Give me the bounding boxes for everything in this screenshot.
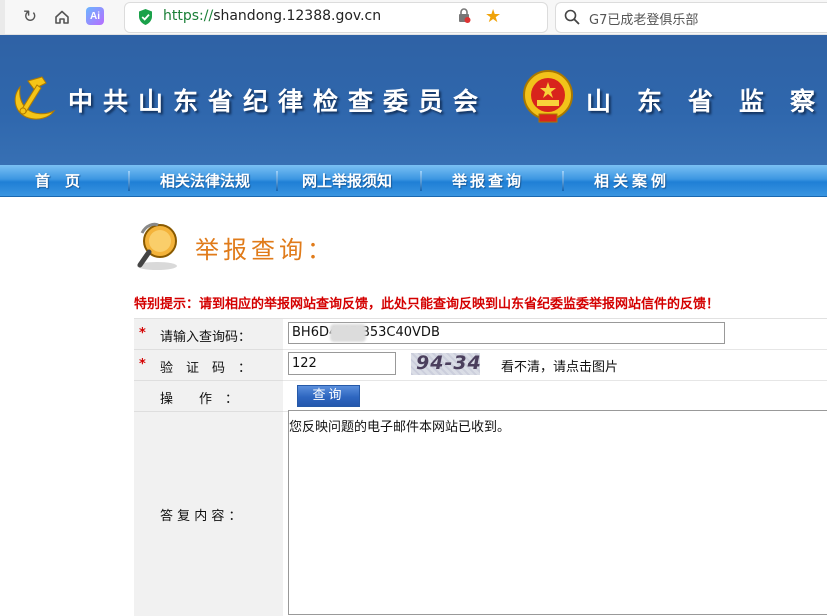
search-icon bbox=[564, 9, 580, 25]
captcha-label-cell: * 验 证 码 ： bbox=[134, 350, 283, 381]
ai-assistant-icon[interactable]: Ai bbox=[86, 7, 104, 25]
nav-divider bbox=[420, 171, 422, 191]
home-icon[interactable] bbox=[50, 5, 74, 29]
reload-icon[interactable]: ↻ bbox=[18, 5, 42, 29]
page-title: 举报查询： bbox=[195, 236, 335, 264]
captcha-image-text: 94-34 bbox=[416, 353, 480, 374]
url-scheme: https:// bbox=[163, 8, 214, 24]
code-label: 请输入查询码： bbox=[160, 330, 252, 345]
party-emblem-icon bbox=[14, 76, 56, 120]
browser-search-box[interactable]: G7已成老登俱乐部 bbox=[555, 2, 827, 33]
captcha-input[interactable]: 122 bbox=[288, 352, 396, 375]
address-bar[interactable]: https://shandong.12388.gov.cn ★ bbox=[124, 2, 548, 33]
captcha-refresh-hint: 看不清，请点击图片 bbox=[501, 360, 619, 375]
reply-content-textarea[interactable]: 您反映问题的电子邮件本网站已收到。 bbox=[288, 410, 827, 615]
action-label-cell: 操 作 ： bbox=[134, 381, 283, 412]
code-label-cell: * 请输入查询码： bbox=[134, 319, 283, 350]
required-mark: * bbox=[139, 326, 146, 341]
page-edge bbox=[0, 0, 5, 34]
required-mark: * bbox=[139, 357, 146, 372]
nav-item-laws[interactable]: 相关法律法规 bbox=[160, 170, 250, 191]
secure-shield-icon bbox=[139, 9, 152, 25]
banner-title-2: 山东省监察 bbox=[586, 87, 827, 116]
captcha-image[interactable]: 94-34 bbox=[411, 353, 480, 375]
url-host: shandong.12388.gov.cn bbox=[213, 8, 382, 24]
national-emblem-icon bbox=[523, 70, 573, 123]
notice-text: 特别提示：请到相应的举报网站查询反馈，此处只能查询反映到山东省纪委监委举报网站信… bbox=[134, 297, 720, 312]
search-suggestion-text: G7已成老登俱乐部 bbox=[589, 13, 699, 28]
nav-divider bbox=[562, 171, 564, 191]
captcha-label: 验 证 码 ： bbox=[160, 361, 252, 376]
magnifier-globe-icon bbox=[137, 222, 177, 270]
nav-item-report-guide[interactable]: 网上举报须知 bbox=[302, 170, 392, 191]
form-row bbox=[283, 381, 827, 412]
nav-divider bbox=[276, 171, 278, 191]
nav-item-cases[interactable]: 相关案例 bbox=[594, 170, 670, 191]
banner-title: 中共山东省纪律检查委员会 bbox=[68, 87, 489, 116]
reply-label: 答 复 内 容 ： bbox=[160, 509, 242, 524]
nav-item-report-query[interactable]: 举报查询 bbox=[452, 170, 524, 191]
reply-label-cell: 答 复 内 容 ： bbox=[134, 412, 283, 616]
redacted-overlay bbox=[330, 324, 366, 342]
query-button[interactable]: 查询 bbox=[297, 385, 360, 407]
site-banner: 中共山东省纪律检查委员会 山东省监察 bbox=[0, 35, 827, 165]
nav-divider bbox=[128, 171, 130, 191]
url-text: https://shandong.12388.gov.cn bbox=[163, 8, 381, 24]
browser-toolbar: ↻ Ai https://shandong.12388.gov.cn ★ G7已… bbox=[0, 0, 827, 35]
nav-item-home[interactable]: 首 页 bbox=[35, 170, 80, 191]
bookmark-star-icon[interactable]: ★ bbox=[485, 6, 501, 27]
action-label: 操 作 ： bbox=[160, 392, 239, 407]
main-nav: 首 页 相关法律法规 网上举报须知 举报查询 相关案例 bbox=[0, 165, 827, 197]
site-permissions-icon[interactable] bbox=[457, 8, 471, 28]
